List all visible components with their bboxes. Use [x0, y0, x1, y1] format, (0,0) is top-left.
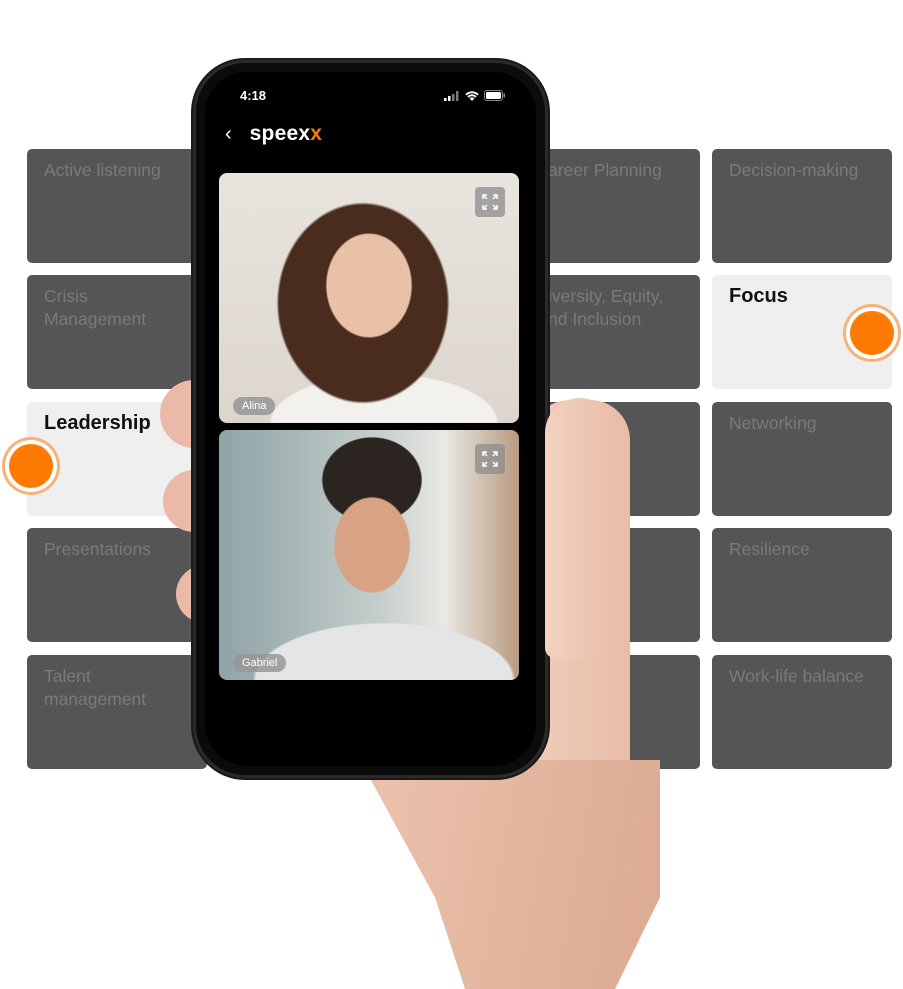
tile-active-listening[interactable]: Active listening [27, 149, 207, 263]
participant-name: Gabriel [233, 654, 287, 672]
wifi-icon [465, 90, 479, 101]
tile-label: Decision-making [729, 160, 859, 180]
battery-icon [484, 90, 505, 101]
phone-screen: 4:18 ‹ speexx Alina Gabriel [205, 72, 536, 766]
tile-label: Active listening [44, 160, 161, 180]
tile-crisis-management[interactable]: Crisis Management [27, 275, 207, 389]
tile-decision-making[interactable]: Decision-making [712, 149, 892, 263]
tile-label: Resilience [729, 539, 810, 559]
tile-work-life-balance[interactable]: Work-life balance [712, 655, 892, 769]
video-tile-gabriel[interactable]: Gabriel [219, 430, 519, 680]
tile-label: iversity, Equity, nd Inclusion [548, 286, 664, 329]
speexx-logo: speexx [250, 122, 322, 146]
video-tile-alina[interactable]: Alina [219, 173, 519, 423]
tile-label: areer Planning [548, 160, 662, 180]
focus-indicator-dot [850, 311, 894, 355]
phone-device: 4:18 ‹ speexx Alina Gabriel [193, 60, 548, 778]
logo-accent: x [310, 122, 323, 145]
tile-label: Leadership [44, 412, 151, 434]
logo-main: speex [249, 122, 311, 145]
tile-resilience[interactable]: Resilience [712, 528, 892, 642]
participant-name: Alina [233, 397, 276, 415]
tile-label: Work-life balance [729, 666, 864, 686]
leadership-indicator-dot [9, 444, 53, 488]
tile-label: Networking [729, 413, 817, 433]
expand-icon[interactable] [475, 444, 505, 474]
thumb [545, 398, 615, 658]
status-icons [444, 90, 506, 101]
status-time: 4:18 [240, 88, 267, 103]
back-chevron-icon[interactable]: ‹ [225, 123, 232, 146]
expand-icon[interactable] [475, 187, 505, 217]
tile-label: Presentations [44, 539, 152, 559]
app-header: ‹ speexx [225, 122, 322, 146]
tile-label: Crisis Management [44, 286, 147, 329]
tile-talent-management[interactable]: Talent management [27, 655, 207, 769]
tile-label: Talent management [44, 666, 147, 709]
tile-networking[interactable]: Networking [712, 402, 892, 516]
signal-icon [444, 90, 459, 101]
tile-label: Focus [729, 285, 788, 307]
